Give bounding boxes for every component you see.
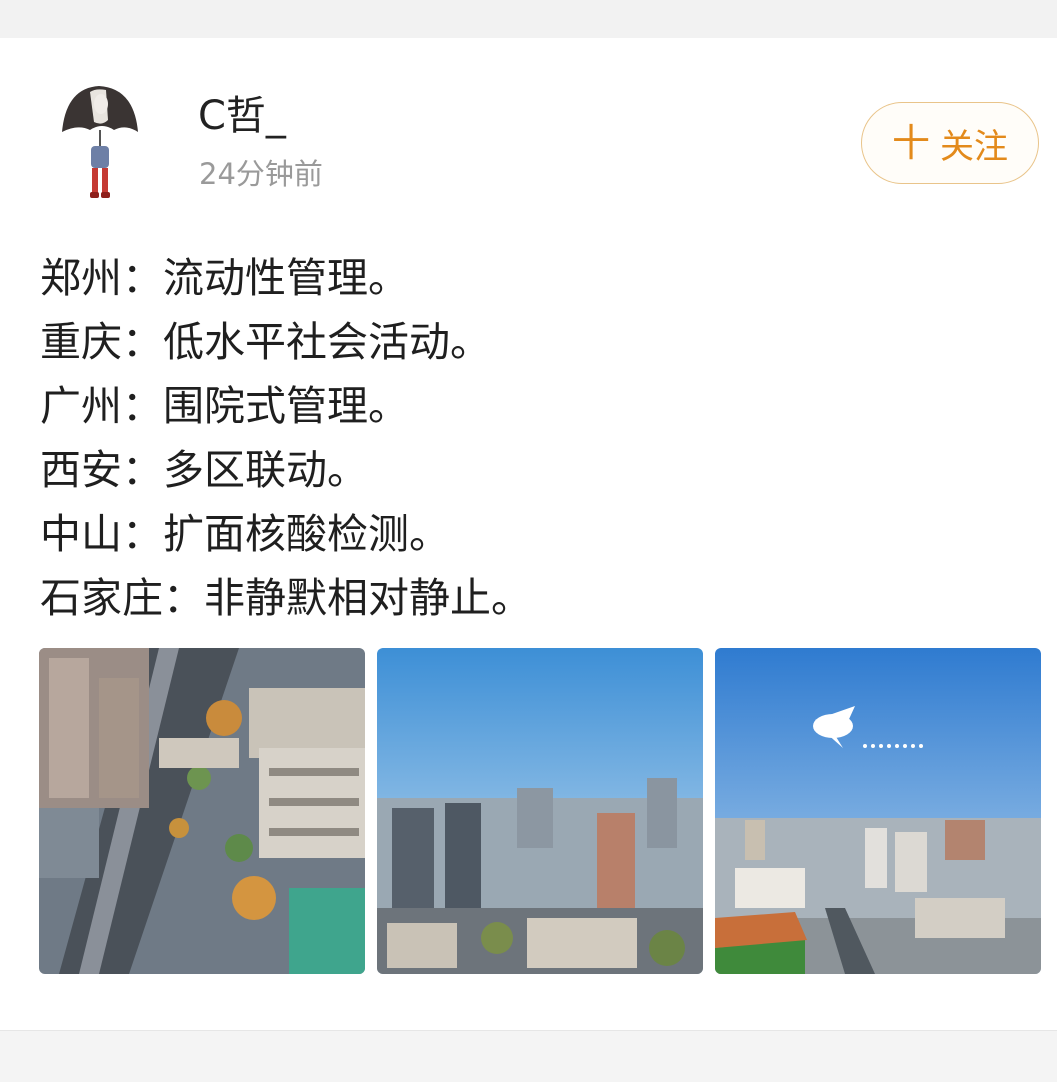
- post-line: 石家庄：非静默相对静止。: [40, 574, 532, 622]
- post-photo-3[interactable]: [715, 648, 1041, 974]
- plus-icon: 十: [891, 121, 930, 165]
- post-photo-2[interactable]: [377, 648, 703, 974]
- top-spacer: [0, 0, 1057, 38]
- bottom-spacer: [0, 1030, 1057, 1082]
- post-timestamp: 24分钟前: [199, 157, 323, 191]
- post-photo-1[interactable]: [39, 648, 365, 974]
- post-line: 郑州：流动性管理。: [40, 254, 409, 302]
- author-name[interactable]: C哲_: [198, 96, 286, 136]
- post-content: 郑州：流动性管理。 重庆：低水平社会活动。 广州：围院式管理。 西安：多区联动。…: [40, 246, 532, 630]
- post-card: C哲_ 24分钟前 十 关注 郑州：流动性管理。 重庆：低水平社会活动。 广州：…: [0, 38, 1057, 1030]
- follow-label: 关注: [940, 126, 1008, 167]
- post-line: 西安：多区联动。: [40, 446, 368, 494]
- follow-button[interactable]: 十 关注: [861, 102, 1039, 184]
- post-line: 重庆：低水平社会活动。: [40, 318, 491, 366]
- user-avatar[interactable]: [56, 84, 142, 206]
- avatar-illustration: [62, 86, 138, 198]
- post-line: 广州：围院式管理。: [40, 382, 409, 430]
- post-line: 中山：扩面核酸检测。: [40, 510, 450, 558]
